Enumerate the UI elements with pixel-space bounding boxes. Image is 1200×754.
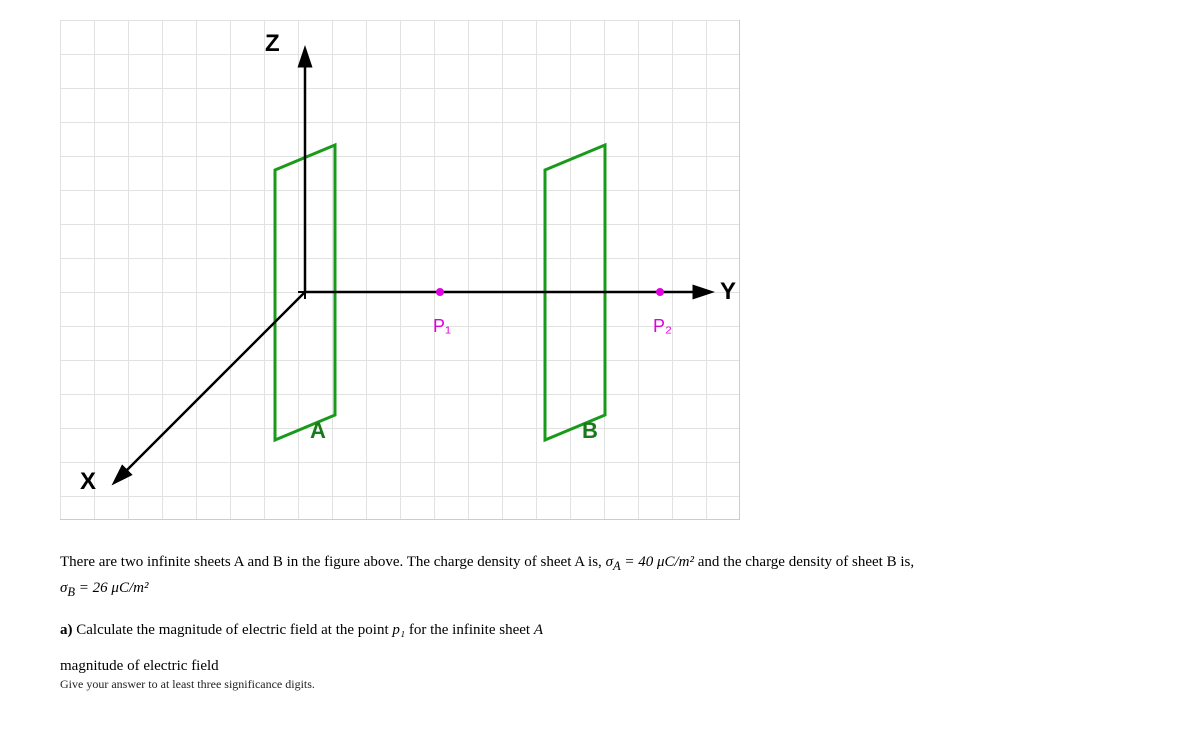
question-intro: There are two infinite sheets A and B in…	[60, 550, 1140, 602]
point-p2	[656, 288, 664, 296]
point-p1	[436, 288, 444, 296]
plate-a-label: A	[310, 418, 326, 444]
part-a-text: Calculate the magnitude of electric fiel…	[76, 622, 392, 638]
y-axis-label: Y	[720, 278, 736, 306]
intro-prefix: There are two infinite sheets A and B in…	[60, 554, 606, 570]
answer-label: magnitude of electric field	[60, 658, 1140, 675]
x-axis-label: X	[80, 468, 96, 496]
point-p1-label: P₁	[433, 316, 451, 337]
point-p2-label: P₂	[653, 316, 672, 337]
diagram: Z Y X A B P₁ P₂	[60, 20, 740, 520]
plate-b-label: B	[582, 418, 598, 444]
hint-text: Give your answer to at least three signi…	[60, 677, 1140, 692]
diagram-svg	[60, 20, 740, 520]
part-a: a) Calculate the magnitude of electric f…	[60, 618, 1140, 642]
part-a-label: a)	[60, 622, 73, 638]
z-axis-label: Z	[265, 30, 280, 58]
